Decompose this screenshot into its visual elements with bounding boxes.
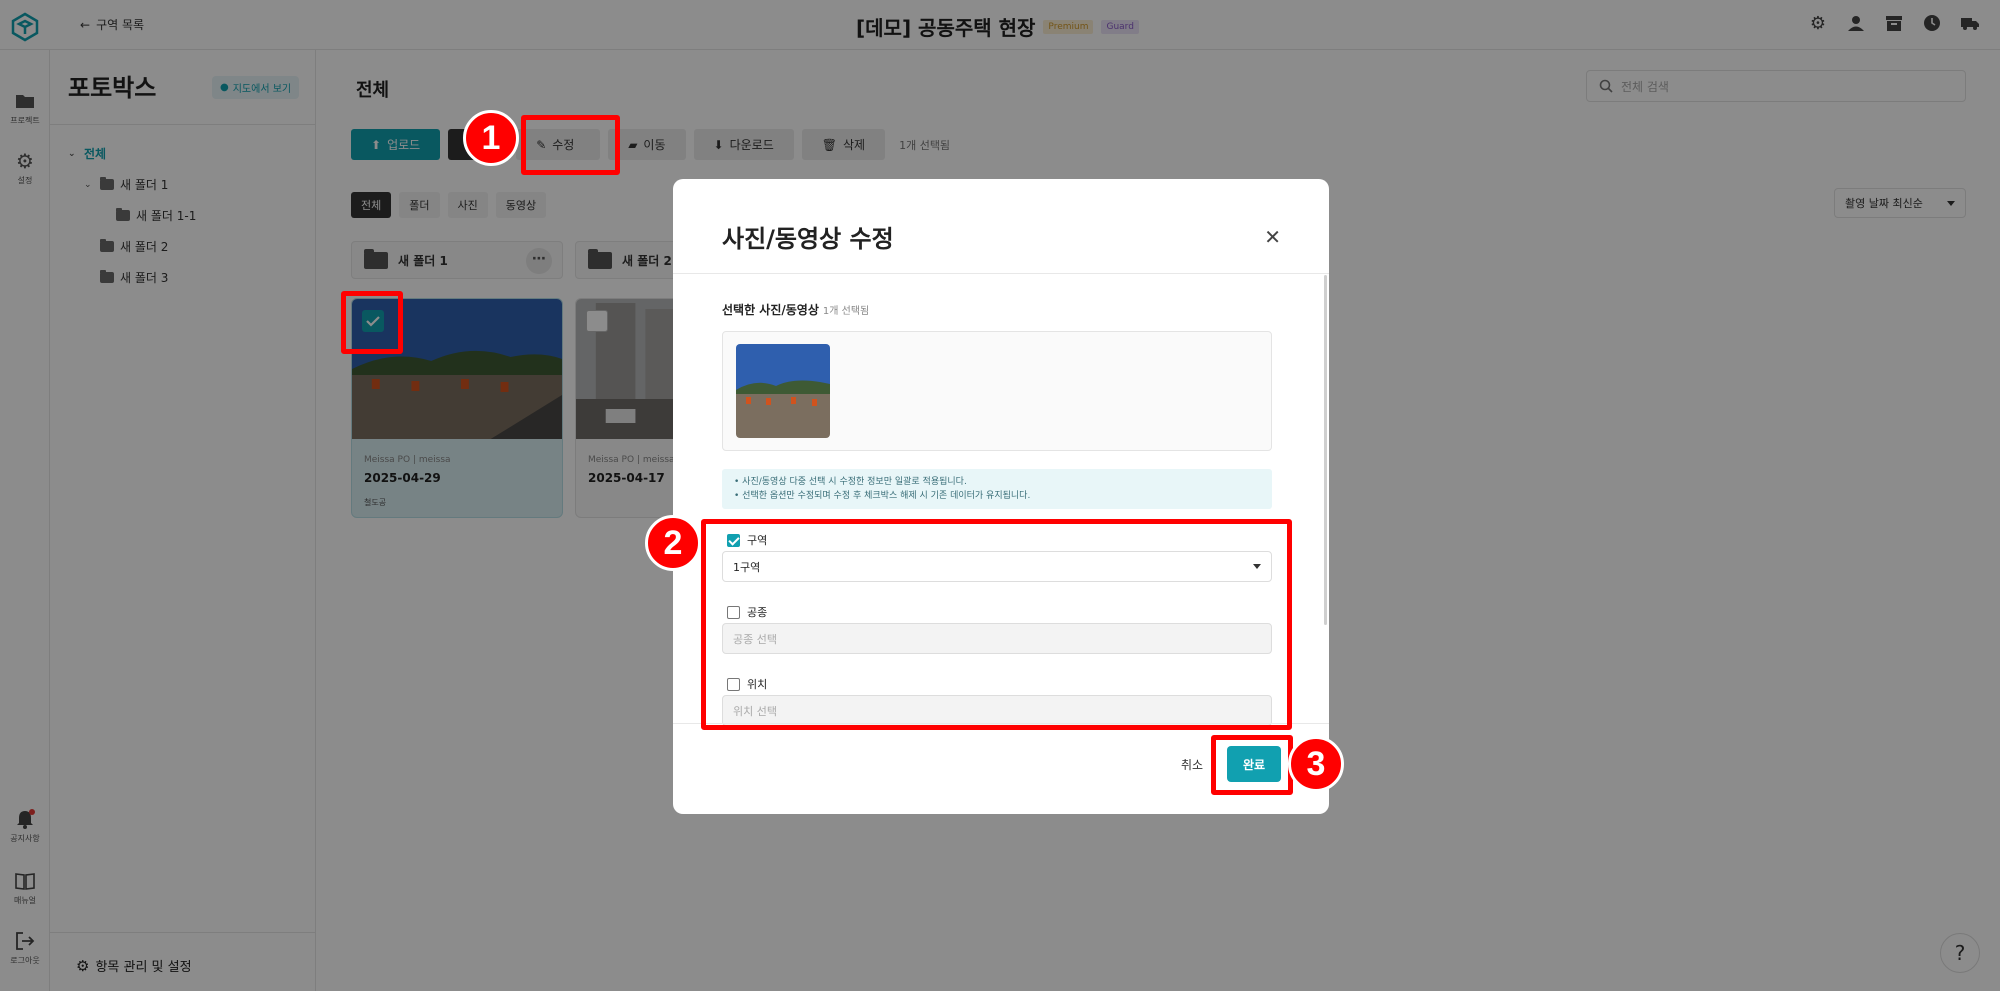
selected-photo-thumbnail[interactable]: [736, 344, 830, 438]
cancel-button[interactable]: 취소: [1181, 756, 1203, 773]
highlight-photo-checkbox: [341, 291, 403, 354]
highlight-edit-fields: [701, 519, 1292, 730]
selected-media-preview: [722, 331, 1272, 451]
info-line-2: • 선택한 옵션만 수정되며 수정 후 체크박스 해제 시 기존 데이터가 유지…: [734, 491, 1031, 501]
step-badge-1: 1: [463, 110, 519, 166]
selected-media-label: 선택한 사진/동영상 1개 선택됨: [722, 303, 870, 317]
selected-media-count: 1개 선택됨: [822, 306, 870, 317]
highlight-done-button: [1211, 735, 1293, 795]
step-badge-2: 2: [645, 515, 701, 571]
dialog-header-divider: [673, 273, 1329, 274]
dialog-title: 사진/동영상 수정: [722, 225, 894, 253]
step-badge-3: 3: [1288, 736, 1344, 792]
bulk-edit-info: • 사진/동영상 다중 선택 시 수정한 정보만 일괄로 적용됩니다. • 선택…: [722, 469, 1272, 509]
info-line-1: • 사진/동영상 다중 선택 시 수정한 정보만 일괄로 적용됩니다.: [734, 477, 967, 487]
dialog-scrollbar[interactable]: [1324, 275, 1327, 625]
close-icon[interactable]: ✕: [1264, 225, 1281, 249]
highlight-edit-button: [521, 115, 620, 175]
